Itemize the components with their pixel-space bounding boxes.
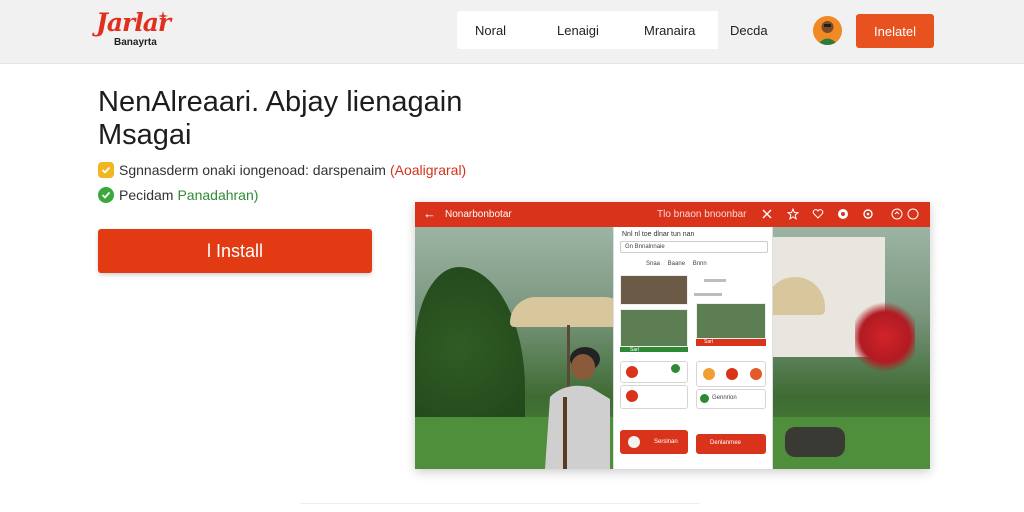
logo-spark-icon (158, 11, 168, 21)
page-title: NenAlreaari. Abjay lienagain Msagai (98, 86, 463, 151)
brand-logo[interactable]: Jarlar Banayrta (96, 10, 176, 54)
feature-text-2: Pecidam (119, 187, 174, 203)
feature-item-2: Pecidam Panadahran) (98, 187, 258, 203)
screenshot-toolbar: ← Nonarbonbotar Tlo bnaon bnoonbar (415, 202, 930, 227)
heart-icon (812, 209, 824, 219)
logo-subtitle: Banayrta (114, 37, 157, 48)
divider (300, 503, 700, 504)
settings-icon (863, 209, 873, 219)
refresh-icon (891, 208, 903, 220)
screenshot-title: Nonarbonbotar (445, 209, 512, 220)
check-icon (98, 162, 114, 178)
thumbnail-1[interactable] (620, 275, 688, 305)
shield-check-icon (98, 187, 114, 203)
thumbnail-3[interactable] (696, 303, 766, 339)
feature-highlight-2: Panadahran) (177, 187, 259, 203)
red-button-label: Denlanrnee (710, 440, 742, 446)
top-header: Jarlar Banayrta Noral Lenaigi Mranaira D… (0, 0, 1024, 64)
nav-item-2[interactable]: Lenaigi (557, 23, 599, 38)
nav-item-4[interactable]: Decda (718, 11, 788, 49)
person-figure (545, 347, 610, 469)
screenshot-toolbar-right: Tlo bnaon bnoonbar (657, 209, 747, 220)
card-label-3: Gennrion (712, 395, 737, 401)
feature-item-1: Sgnnasderm onaki iongenoad: darspenaim (… (98, 162, 466, 178)
feature-highlight-1: (Aoaligraral) (389, 162, 467, 178)
app-screenshot: ← Nonarbonbotar Tlo bnaon bnoonbar Nnl n… (415, 202, 930, 469)
main-nav: Noral Lenaigi Mranaira Decda (457, 11, 788, 49)
phone-header: Nnl nl toe dlnar tun nan (622, 231, 695, 238)
user-avatar-icon[interactable] (813, 16, 842, 45)
feature-text-1: Sgnnasderm onaki iongenoad: darspenaim (119, 162, 386, 178)
phone-tabs[interactable]: Snaa Baane Bnnn (646, 261, 707, 267)
pin-icon (626, 366, 638, 378)
thumbnail-2[interactable] (620, 309, 688, 347)
phone-search-input[interactable]: Gn Bnnalnnaie (620, 241, 768, 253)
star-icon (787, 208, 799, 220)
card-label-1: Sarl (630, 347, 639, 353)
nav-item-3[interactable]: Mranaira (644, 23, 695, 38)
chat-icon (907, 208, 919, 220)
record-icon (838, 209, 848, 219)
close-icon (762, 209, 772, 219)
install-button[interactable]: l Install (98, 229, 372, 273)
card-label-4: Serslnan (654, 439, 678, 445)
phone-mockup: Nnl nl toe dlnar tun nan Gn Bnnalnnaie S… (613, 227, 773, 469)
header-install-button[interactable]: Inelatel (856, 14, 934, 48)
back-arrow-icon: ← (423, 206, 436, 221)
card-label-2: Sarl (704, 339, 713, 345)
nav-item-1[interactable]: Noral (475, 23, 506, 38)
